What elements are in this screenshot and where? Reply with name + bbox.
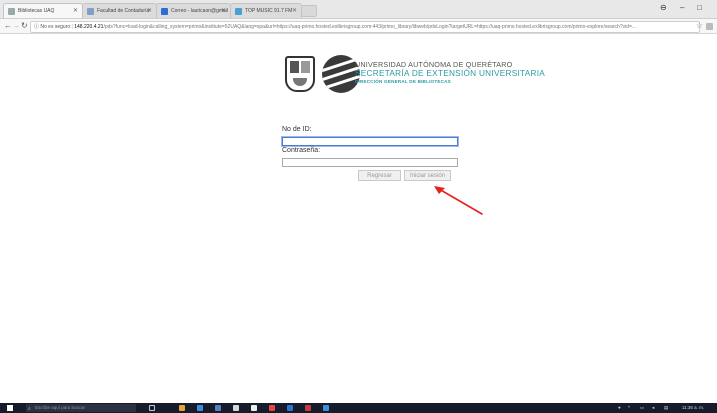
language-icon[interactable]: ▤ (664, 404, 668, 412)
tray-chevron-icon[interactable]: ^ (628, 404, 630, 412)
reload-icon[interactable]: ↻ (21, 21, 28, 31)
back-arrow-icon[interactable]: ← (4, 21, 12, 31)
id-label: No de ID: (282, 126, 312, 133)
tab-facultad[interactable]: Facultad de Contaduría ✕ (82, 3, 157, 18)
close-tab-icon[interactable]: ✕ (73, 4, 78, 18)
tab-top-music[interactable]: TOP MUSIC 91.7 FM ✕ (230, 3, 302, 18)
clock[interactable]: 11:36 a. m. (682, 404, 704, 412)
bookmark-star-icon[interactable]: ☆ (696, 21, 703, 31)
forward-arrow-icon[interactable]: → (12, 21, 20, 31)
search-icon: ⌕ (28, 406, 31, 412)
people-icon[interactable]: ● (618, 404, 621, 412)
edge-icon[interactable] (197, 405, 203, 411)
close-tab-icon[interactable]: ✕ (147, 4, 152, 18)
powerpoint-icon[interactable] (305, 405, 311, 411)
app-icon[interactable] (251, 405, 257, 411)
minimize-icon[interactable]: – (680, 3, 684, 13)
security-label: No es seguro (40, 24, 71, 30)
password-label: Contraseña: (282, 147, 321, 154)
tab-bibliotecas[interactable]: Bibliotecas UAQ ✕ (3, 3, 83, 18)
app-icon[interactable] (233, 405, 239, 411)
store-icon[interactable] (215, 405, 221, 411)
direction-name: DIRECCIÓN GENERAL DE BIBLIOTECAS (355, 79, 451, 84)
tab-correo[interactable]: Correo - lauricaon@gmail ✕ (156, 3, 231, 18)
id-input[interactable] (282, 137, 458, 146)
address-bar[interactable]: ⓘ No es seguro | 148.220.4.21/pds?func=l… (30, 21, 700, 33)
app-icon[interactable] (323, 405, 329, 411)
browser-toolbar: ← → ↻ ⓘ No es seguro | 148.220.4.21/pds?… (0, 19, 717, 34)
back-button[interactable]: Regresar (358, 170, 401, 181)
uaq-crest-logo (285, 56, 315, 92)
taskbar: ⌕ Escribe aquí para buscar ● ^ ▭ ◂ ▤ 11:… (0, 403, 717, 413)
profile-icon[interactable]: ⊖ (660, 3, 667, 13)
network-icon[interactable]: ▭ (640, 404, 644, 412)
url-host: 148.220.4.21 (74, 24, 104, 30)
tab-strip: Bibliotecas UAQ ✕ Facultad de Contaduría… (0, 0, 717, 19)
page-favicon-icon (87, 8, 94, 15)
maximize-icon[interactable]: □ (697, 3, 702, 13)
extension-icon[interactable] (706, 23, 713, 30)
password-input[interactable] (282, 158, 458, 167)
university-name: UNIVERSIDAD AUTÓNOMA DE QUERÉTARO (355, 60, 513, 69)
close-tab-icon[interactable]: ✕ (292, 4, 297, 18)
chrome-icon[interactable] (269, 405, 275, 411)
tab-label: TOP MUSIC 91.7 FM (245, 8, 293, 14)
page-favicon-icon (8, 8, 15, 15)
tab-label: Correo - lauricaon@gmail (171, 8, 229, 14)
institution-heading: UNIVERSIDAD AUTÓNOMA DE QUERÉTARO SECRET… (355, 60, 545, 84)
task-view-icon[interactable] (149, 405, 155, 411)
new-tab-button[interactable] (301, 5, 317, 17)
secretariat-name: SECRETARÍA DE EXTENSIÓN UNIVERSITARIA (355, 69, 546, 78)
file-explorer-icon[interactable] (179, 405, 185, 411)
tab-label: Facultad de Contaduría (97, 8, 150, 14)
taskbar-search-box[interactable]: ⌕ Escribe aquí para buscar (26, 404, 136, 412)
mail-icon (161, 8, 168, 15)
volume-icon[interactable]: ◂ (652, 404, 654, 412)
radio-icon (235, 8, 242, 15)
url-path: /pds?func=load-login&calling_system=prim… (103, 24, 637, 30)
login-button[interactable]: Iniciar sesión (404, 170, 451, 181)
windows-start-icon[interactable] (7, 405, 13, 411)
taskbar-search-placeholder: Escribe aquí para buscar (35, 405, 86, 410)
word-icon[interactable] (287, 405, 293, 411)
info-icon[interactable]: ⓘ (31, 24, 39, 30)
close-tab-icon[interactable]: ✕ (221, 4, 226, 18)
red-arrow-annotation (434, 186, 483, 215)
tab-label: Bibliotecas UAQ (18, 8, 55, 14)
